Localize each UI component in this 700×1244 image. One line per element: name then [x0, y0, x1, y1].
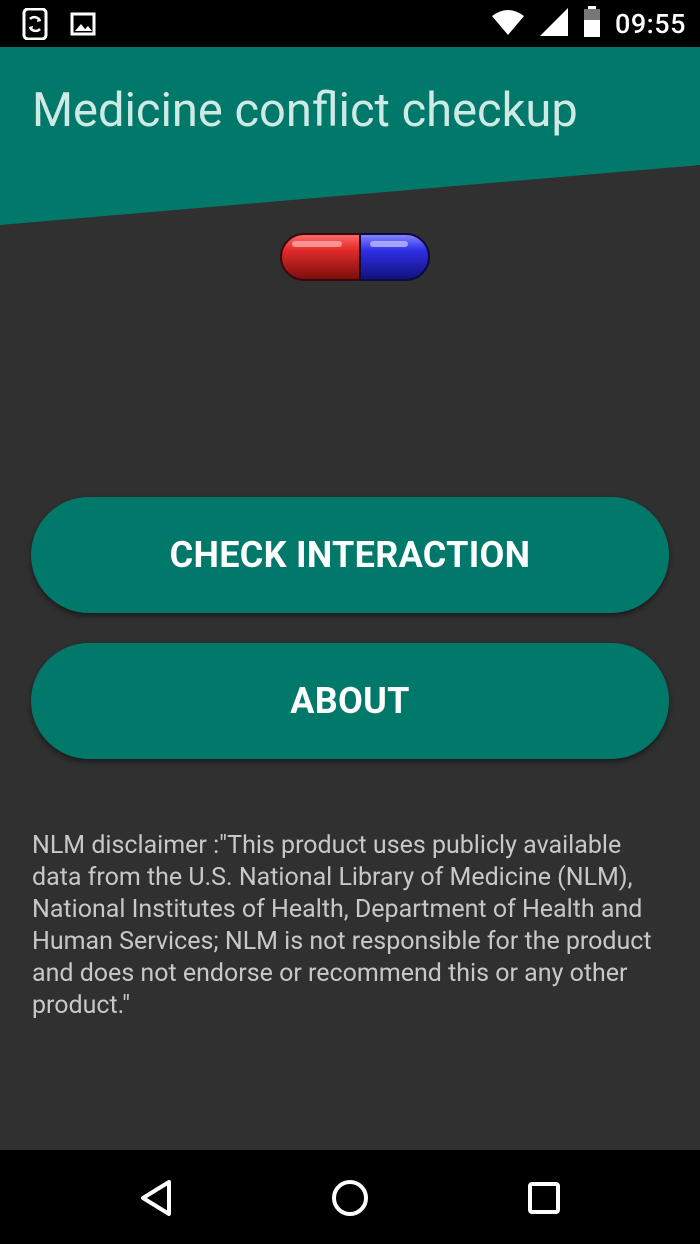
about-button[interactable]: ABOUT — [31, 643, 669, 759]
back-icon[interactable] — [133, 1174, 181, 1222]
status-bar: 09:55 — [0, 0, 700, 47]
home-icon[interactable] — [326, 1174, 374, 1222]
image-icon — [70, 12, 96, 40]
screen-rotation-icon — [22, 7, 48, 44]
battery-icon — [583, 6, 601, 42]
navigation-bar — [0, 1150, 700, 1244]
recents-icon[interactable] — [520, 1174, 568, 1222]
signal-icon — [539, 7, 569, 41]
nlm-disclaimer: NLM disclaimer :"This product uses publi… — [32, 831, 652, 1020]
app-title: Medicine conflict checkup — [32, 83, 578, 138]
wifi-icon — [491, 8, 525, 40]
check-interaction-button[interactable]: CHECK INTERACTION — [31, 497, 669, 613]
status-time: 09:55 — [614, 8, 686, 40]
header-banner — [0, 47, 700, 237]
pill-icon — [276, 228, 432, 290]
